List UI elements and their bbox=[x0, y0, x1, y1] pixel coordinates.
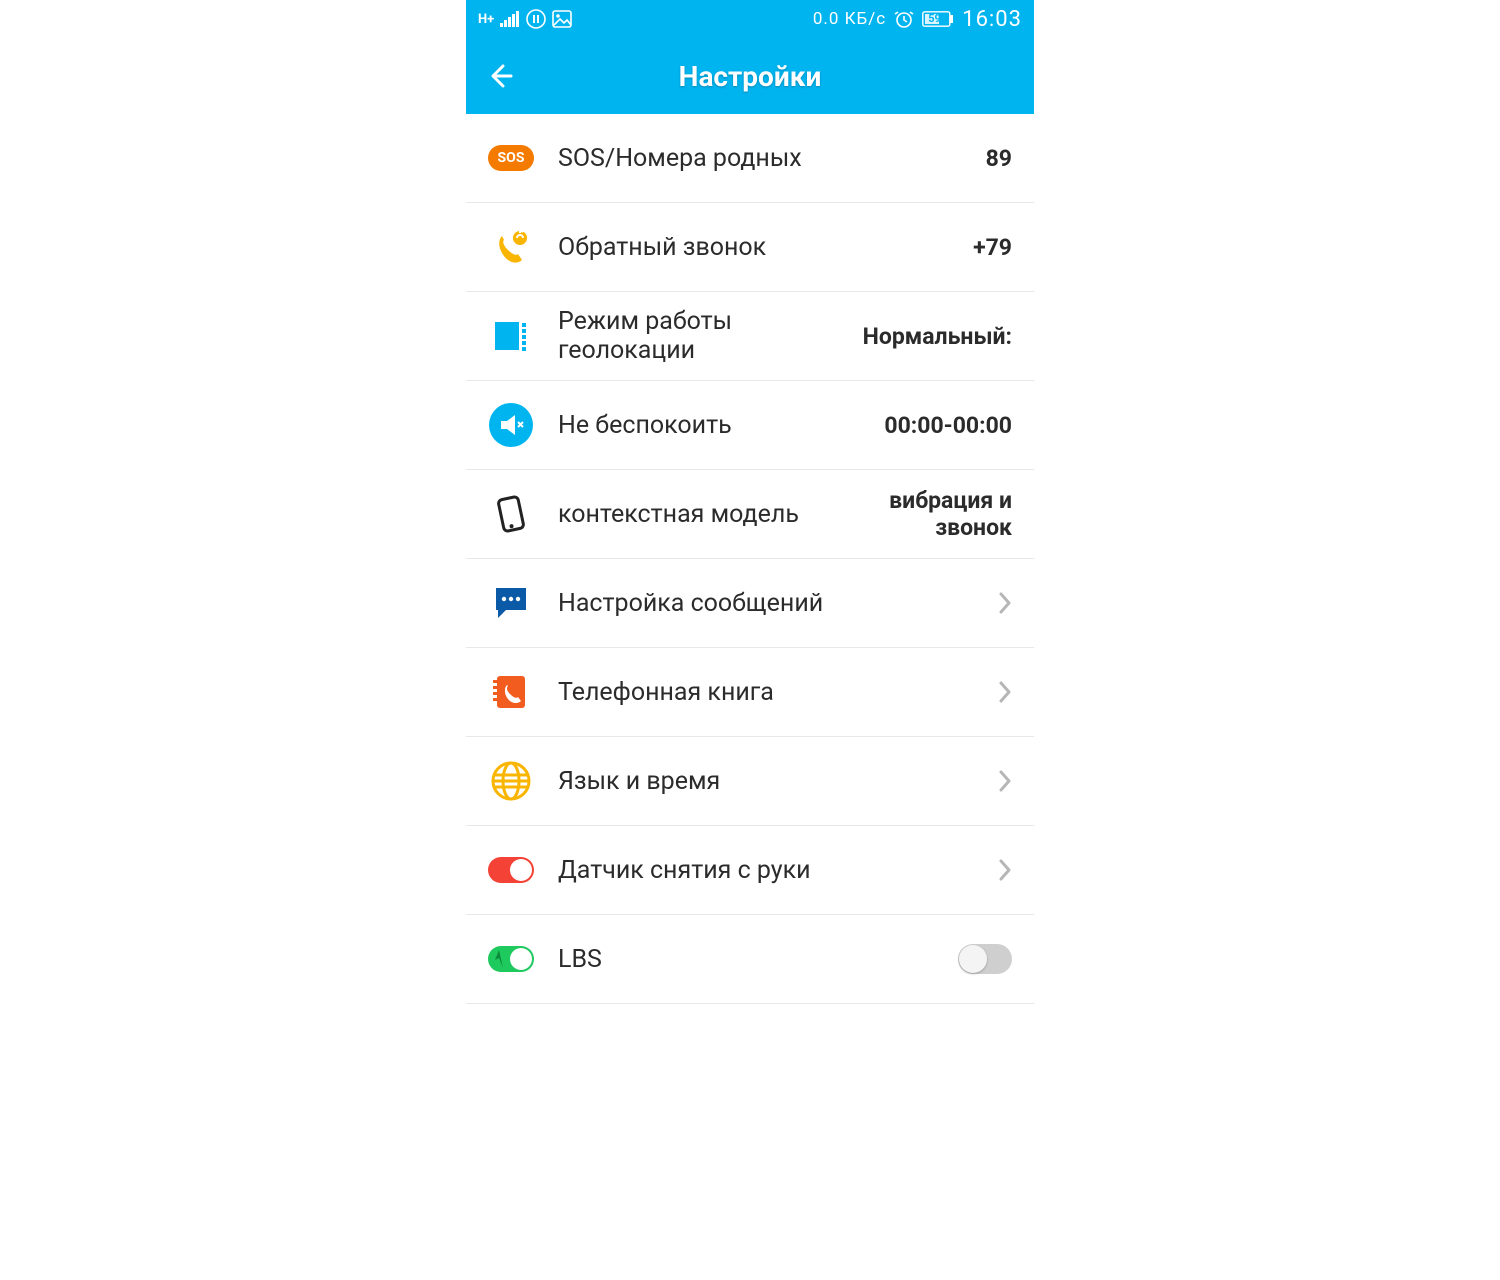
row-label: Обратный звонок bbox=[558, 233, 973, 262]
back-button[interactable] bbox=[484, 61, 514, 91]
row-value: 00:00-00:00 bbox=[884, 412, 1012, 439]
app-bar: Настройки bbox=[466, 38, 1034, 114]
mute-icon bbox=[488, 402, 534, 448]
row-lbs[interactable]: LBS bbox=[466, 915, 1034, 1004]
geolocation-icon bbox=[488, 313, 534, 359]
row-value: Нормальный: bbox=[863, 323, 1012, 350]
settings-list: SOS SOS/Номера родных 89 Обратный звонок… bbox=[466, 114, 1034, 1004]
chevron-right-icon bbox=[998, 681, 1012, 703]
row-geolocation-mode[interactable]: Режим работы геолокации Нормальный: bbox=[466, 292, 1034, 381]
row-label: Не беспокоить bbox=[558, 411, 884, 440]
status-left: H+ bbox=[478, 9, 572, 29]
toggle-red-icon bbox=[488, 847, 534, 893]
row-label: Режим работы геолокации bbox=[558, 307, 863, 365]
row-dnd[interactable]: Не беспокоить 00:00-00:00 bbox=[466, 381, 1034, 470]
arrow-left-icon bbox=[485, 62, 513, 90]
row-messages[interactable]: Настройка сообщений bbox=[466, 559, 1034, 648]
chevron-right-icon bbox=[998, 592, 1012, 614]
row-label: Язык и время bbox=[558, 767, 990, 796]
sos-icon: SOS bbox=[488, 135, 534, 181]
row-sos[interactable]: SOS SOS/Номера родных 89 bbox=[466, 114, 1034, 203]
lbs-toggle[interactable] bbox=[958, 944, 1012, 974]
page-title: Настройки bbox=[679, 60, 822, 93]
row-phonebook[interactable]: Телефонная книга bbox=[466, 648, 1034, 737]
globe-icon bbox=[488, 758, 534, 804]
data-rate: 0.0 КБ/с bbox=[813, 9, 886, 29]
chevron-right-icon bbox=[998, 770, 1012, 792]
battery-text: 59 bbox=[928, 11, 941, 27]
phone-frame: H+ 0.0 КБ/с 59 16:03 bbox=[466, 0, 1034, 1004]
picture-icon bbox=[552, 10, 572, 28]
row-callback[interactable]: Обратный звонок +79 bbox=[466, 203, 1034, 292]
row-label: контекстная модель bbox=[558, 500, 822, 529]
battery-icon: 59 bbox=[922, 11, 954, 27]
network-type-badge: H+ bbox=[478, 12, 494, 27]
toggle-green-icon bbox=[488, 936, 534, 982]
signal-icon bbox=[500, 11, 520, 27]
row-profile[interactable]: контекстная модель вибрация и звонок bbox=[466, 470, 1034, 559]
status-right: 0.0 КБ/с 59 16:03 bbox=[813, 7, 1022, 32]
row-value: +79 bbox=[973, 234, 1012, 261]
row-label: Телефонная книга bbox=[558, 678, 990, 707]
toggle-knob bbox=[959, 945, 987, 973]
clock: 16:03 bbox=[962, 7, 1022, 32]
row-label: LBS bbox=[558, 945, 958, 974]
messages-icon bbox=[488, 580, 534, 626]
row-label: Датчик снятия с руки bbox=[558, 856, 990, 885]
pause-circle-icon bbox=[526, 9, 546, 29]
callback-icon bbox=[488, 224, 534, 270]
alarm-icon bbox=[894, 9, 914, 29]
row-label: Настройка сообщений bbox=[558, 589, 990, 618]
row-value: 89 bbox=[986, 145, 1012, 172]
chevron-right-icon bbox=[998, 859, 1012, 881]
row-language-time[interactable]: Язык и время bbox=[466, 737, 1034, 826]
phone-vibrate-icon bbox=[488, 491, 534, 537]
status-bar: H+ 0.0 КБ/с 59 16:03 bbox=[466, 0, 1034, 38]
row-label: SOS/Номера родных bbox=[558, 144, 986, 173]
row-takeoff-sensor[interactable]: Датчик снятия с руки bbox=[466, 826, 1034, 915]
phonebook-icon bbox=[488, 669, 534, 715]
row-value: вибрация и звонок bbox=[822, 487, 1012, 541]
